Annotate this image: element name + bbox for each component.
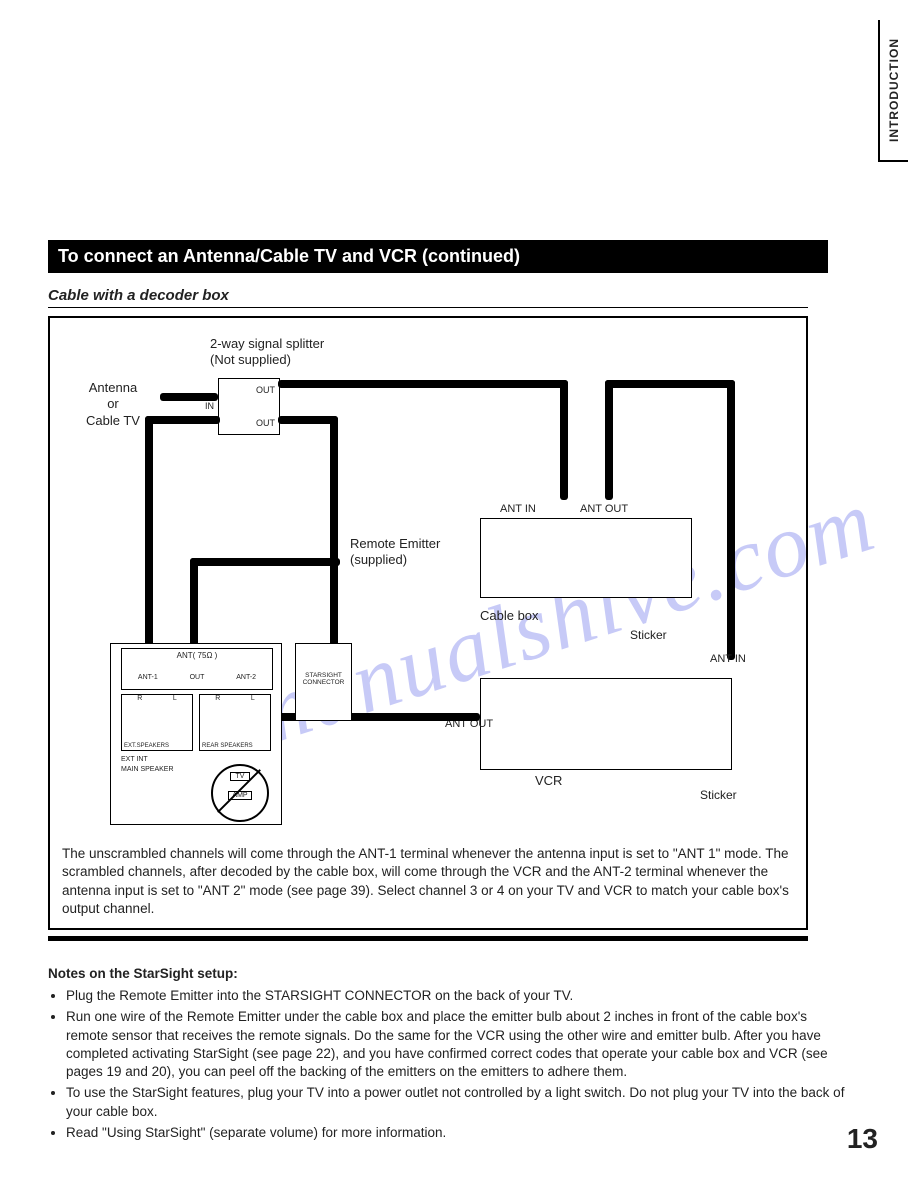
prohibit-icon: TV AMP	[211, 764, 269, 822]
section-title: To connect an Antenna/Cable TV and VCR (…	[48, 240, 828, 273]
main-spk-label: MAIN SPEAKER	[121, 766, 174, 773]
side-tab: INTRODUCTION	[878, 20, 908, 162]
cable-segment	[605, 380, 613, 500]
cable-segment	[560, 380, 568, 500]
ext-int-label: EXT INT	[121, 756, 148, 763]
tv-back-panel: ANT( 75Ω ) ANT-1 OUT ANT-2 R L EXT.SPEAK…	[110, 643, 282, 825]
cable-segment	[330, 416, 338, 646]
notes-title: Notes on the StarSight setup:	[48, 965, 848, 983]
cable-segment	[605, 380, 735, 388]
notes-section: Notes on the StarSight setup: Plug the R…	[48, 965, 848, 1142]
label-ant-in-vcr: ANT IN	[710, 653, 746, 667]
page-content: To connect an Antenna/Cable TV and VCR (…	[48, 240, 868, 1145]
side-tab-label: INTRODUCTION	[887, 38, 901, 142]
note-item: Read "Using StarSight" (separate volume)…	[66, 1124, 848, 1142]
label-ant-out-cb: ANT OUT	[580, 503, 628, 517]
cable-segment	[278, 380, 568, 388]
label-ant-in-cb: ANT IN	[500, 503, 536, 517]
tv-rear-speakers: R L REAR SPEAKERS	[199, 694, 271, 751]
spk-l: L	[173, 695, 177, 702]
label-in: IN	[205, 401, 214, 411]
tv-ant2: ANT-2	[236, 674, 256, 681]
notes-list: Plug the Remote Emitter into the STARSIG…	[48, 987, 848, 1142]
cable-segment	[145, 416, 153, 646]
label-splitter: 2-way signal splitter (Not supplied)	[210, 336, 324, 369]
tv-ant-block: ANT( 75Ω ) ANT-1 OUT ANT-2	[121, 648, 273, 690]
starsight-connector: STARSIGHT CONNECTOR	[295, 643, 352, 721]
label-vcr: VCR	[535, 773, 562, 789]
label-out-top: OUT	[256, 385, 275, 395]
spk-r: R	[137, 695, 142, 702]
label-sticker-cb: Sticker	[630, 628, 667, 643]
note-item: To use the StarSight features, plug your…	[66, 1084, 848, 1120]
cable-segment	[145, 416, 220, 424]
label-source: Antenna or Cable TV	[86, 380, 140, 429]
vcr-device	[480, 678, 732, 770]
label-cable-box: Cable box	[480, 608, 539, 624]
cable-segment	[160, 393, 218, 401]
cable-segment	[190, 558, 340, 566]
label-remote-emitter: Remote Emitter (supplied)	[350, 536, 440, 569]
divider	[48, 936, 808, 941]
ext-spk-label: EXT.SPEAKERS	[124, 743, 169, 749]
cable-segment	[190, 558, 198, 648]
tv-out: OUT	[190, 674, 205, 681]
note-item: Run one wire of the Remote Emitter under…	[66, 1008, 848, 1081]
label-sticker-vcr: Sticker	[700, 788, 737, 803]
cable-segment	[727, 380, 735, 660]
page-number: 13	[847, 1123, 878, 1155]
tv-ant-header: ANT( 75Ω )	[122, 651, 272, 660]
splitter-box: IN OUT OUT	[218, 378, 280, 435]
wiring-diagram: manualshive.com 2-way signal splitter (N…	[48, 316, 808, 930]
spk-r2: R	[215, 695, 220, 702]
spk-l2: L	[251, 695, 255, 702]
tv-ext-speakers: R L EXT.SPEAKERS	[121, 694, 193, 751]
note-item: Plug the Remote Emitter into the STARSIG…	[66, 987, 848, 1005]
label-out-bot: OUT	[256, 418, 275, 428]
section-subtitle: Cable with a decoder box	[48, 287, 808, 308]
cable-segment	[278, 416, 338, 424]
diagram-body-text: The unscrambled channels will come throu…	[62, 845, 792, 918]
rear-spk-label: REAR SPEAKERS	[202, 743, 253, 749]
tv-ant1: ANT-1	[138, 674, 158, 681]
cable-box-device	[480, 518, 692, 598]
